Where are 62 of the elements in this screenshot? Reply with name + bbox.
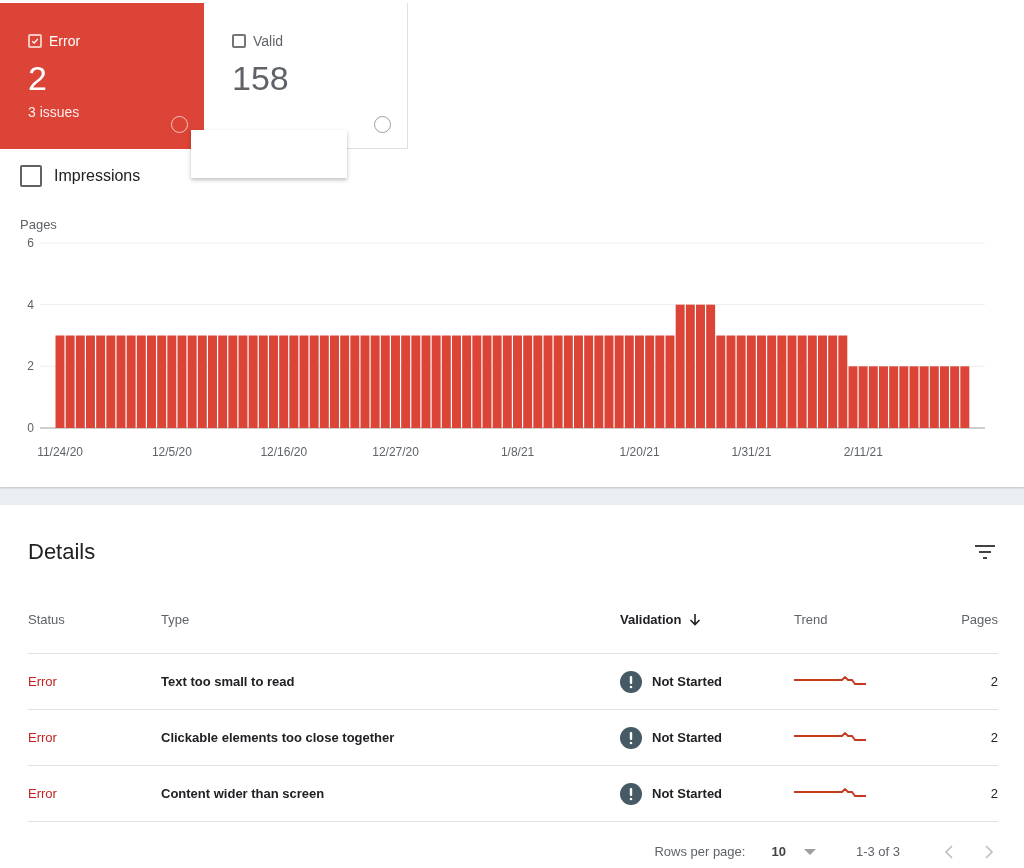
- tile-label: Error: [49, 33, 81, 49]
- chevron-left-icon: [944, 844, 954, 859]
- y-tick-label: 2: [27, 359, 34, 374]
- x-tick-label: 1/20/21: [619, 445, 660, 459]
- pages-count: 2: [990, 786, 998, 801]
- chart-bar: [899, 366, 909, 428]
- summary-tile[interactable]: Error 2 3 issues: [0, 3, 204, 149]
- validation-status: Not Started: [652, 786, 723, 801]
- x-tick-label: 12/16/20: [260, 445, 308, 459]
- x-tick-label: 12/27/20: [372, 445, 419, 459]
- rows-per-page-label: Rows per page:: [654, 844, 746, 859]
- details-title: Details: [28, 539, 96, 565]
- chart-bar: [950, 366, 960, 428]
- y-tick-label: 6: [27, 236, 34, 250]
- chart-bar: [858, 366, 868, 428]
- dropdown-caret-icon: [803, 848, 816, 855]
- x-tick-label: 2/11/21: [843, 445, 883, 459]
- chevron-right-icon: [984, 844, 994, 859]
- column-header: Status: [28, 585, 161, 654]
- impressions-label: Impressions: [54, 167, 141, 185]
- x-tick-label: 1/31/21: [731, 445, 772, 459]
- column-header[interactable]: Validation: [620, 585, 794, 654]
- validation-status: Not Started: [652, 730, 723, 745]
- pages-count: 2: [990, 730, 998, 745]
- checkbox[interactable]: [20, 165, 42, 187]
- pages-count: 2: [990, 674, 998, 689]
- chart-bar: [868, 366, 878, 428]
- column-header: Pages: [914, 585, 998, 654]
- chart-bar: [909, 366, 919, 428]
- status-text: Error: [28, 786, 57, 801]
- chart-bar: [919, 366, 929, 428]
- page-range: 1-3 of 3: [855, 844, 900, 859]
- chart-bar: [929, 366, 939, 428]
- tile-label: Valid: [253, 33, 284, 49]
- sort-arrow-icon: [689, 612, 702, 626]
- y-axis-label: Pages: [20, 217, 58, 232]
- column-header: Trend: [794, 585, 914, 654]
- chart-bar: [889, 366, 899, 428]
- exclamation-icon: [620, 782, 642, 805]
- issue-type[interactable]: Content wider than screen: [161, 786, 325, 801]
- exclamation-icon: [620, 670, 642, 693]
- validation-status: Not Started: [652, 674, 723, 689]
- tile-value: 158: [232, 59, 289, 98]
- x-tick-label: 1/8/21: [500, 445, 535, 459]
- x-tick-label: 11/24/20: [37, 445, 83, 459]
- y-tick-label: 4: [27, 297, 34, 312]
- exclamation-icon: [620, 726, 642, 749]
- issue-type[interactable]: Clickable elements too close together: [161, 730, 395, 745]
- tile-value: 2: [28, 59, 47, 98]
- checkmark-icon: [31, 37, 39, 45]
- tile-subtitle: 3 issues: [28, 104, 80, 120]
- column-header: Type: [161, 585, 620, 654]
- status-text: Error: [28, 674, 57, 689]
- status-text: Error: [28, 730, 57, 745]
- chart-bar: [879, 366, 888, 428]
- issue-type[interactable]: Text too small to read: [161, 674, 295, 689]
- chart-bar: [940, 366, 949, 428]
- y-tick-label: 0: [27, 421, 34, 435]
- checkbox[interactable]: [232, 34, 246, 48]
- x-tick-label: 12/5/20: [151, 445, 192, 459]
- rows-per-page-select[interactable]: 10: [767, 840, 820, 863]
- chart-bar: [960, 366, 970, 428]
